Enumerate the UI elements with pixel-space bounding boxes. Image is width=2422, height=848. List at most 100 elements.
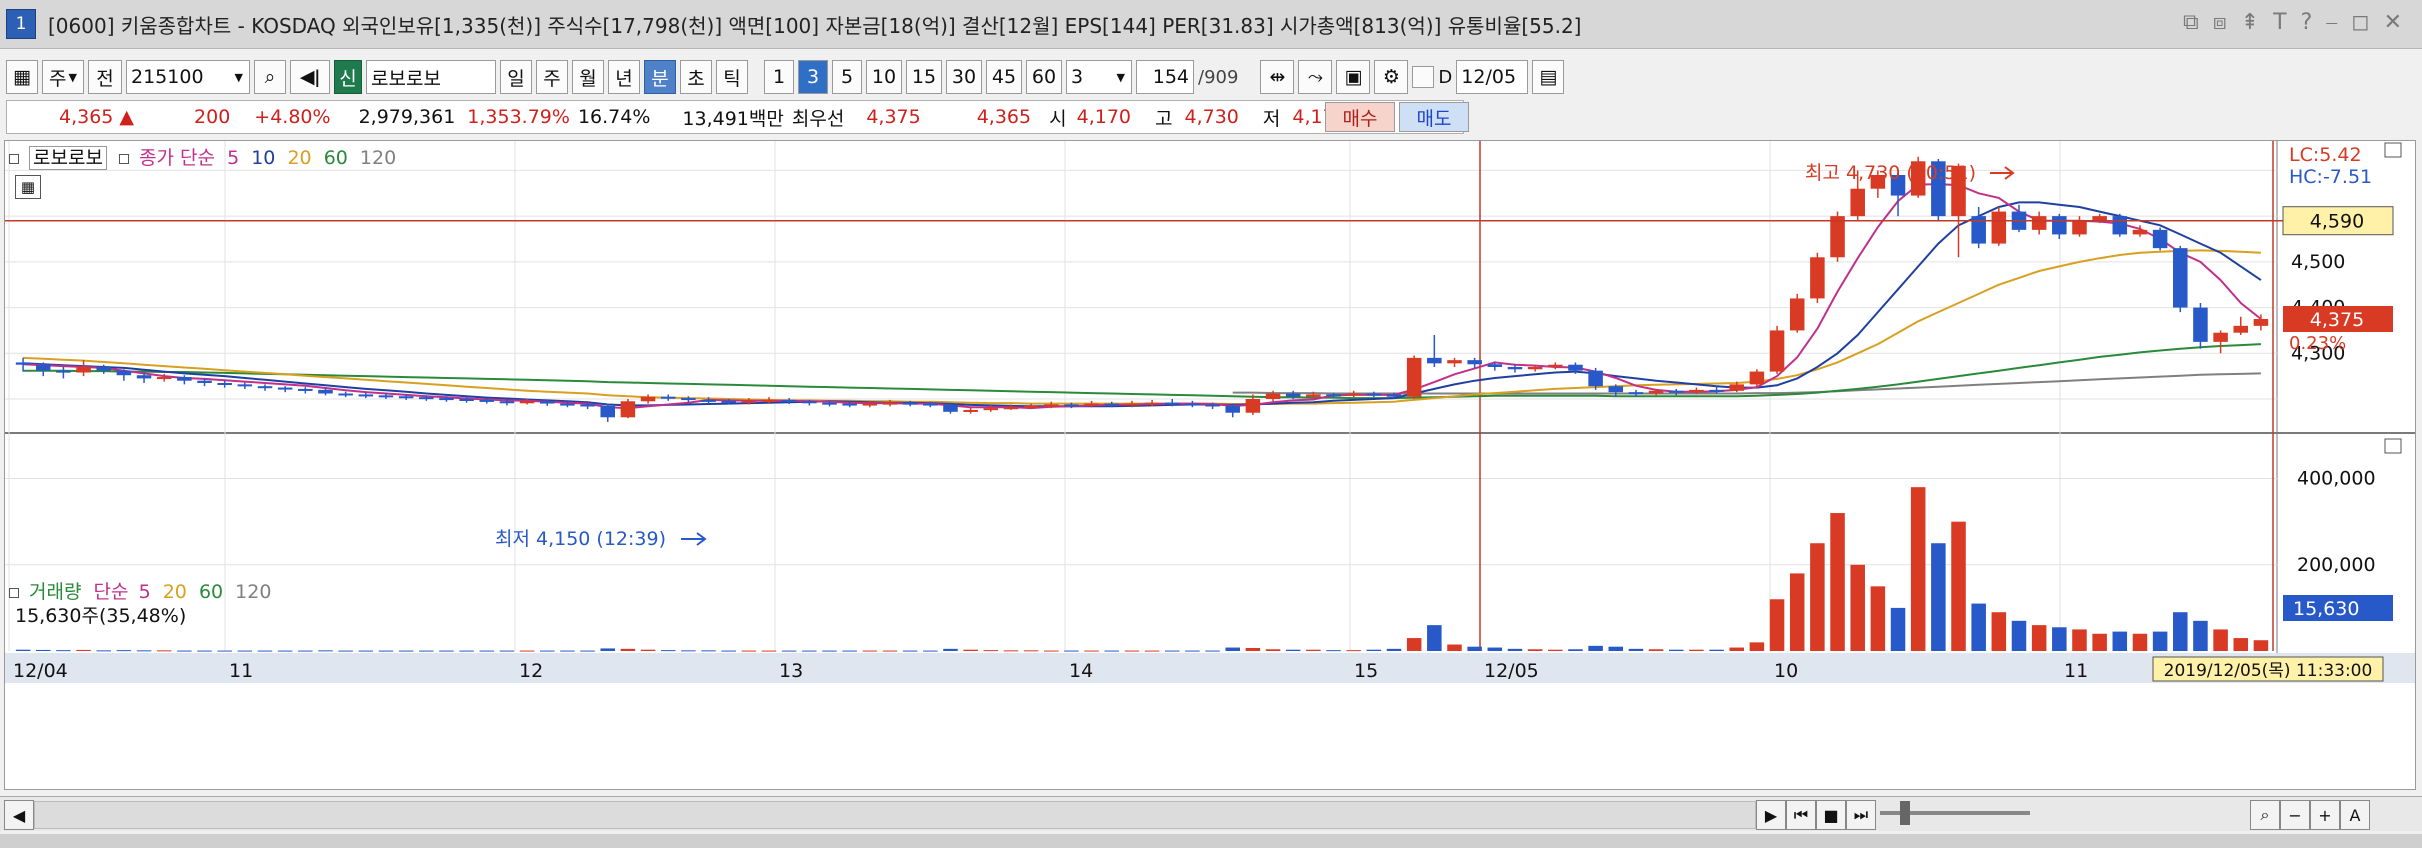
candle-body[interactable] bbox=[600, 405, 615, 418]
count-input[interactable]: 154 bbox=[1136, 60, 1194, 94]
volume-bar[interactable] bbox=[439, 650, 454, 652]
candle-body[interactable] bbox=[1326, 394, 1341, 397]
volume-bar[interactable] bbox=[1669, 649, 1684, 651]
volume-bar[interactable] bbox=[2152, 631, 2168, 651]
candle-body[interactable] bbox=[1689, 389, 1704, 393]
candle-body[interactable] bbox=[56, 370, 71, 373]
volume-bar[interactable] bbox=[943, 648, 958, 651]
period-week-button[interactable]: 주 bbox=[536, 60, 568, 94]
candle-body[interactable] bbox=[2112, 216, 2128, 235]
volume-bar[interactable] bbox=[660, 650, 676, 652]
price-legend-name[interactable]: 로보로보 bbox=[29, 146, 107, 170]
volume-bar[interactable] bbox=[1628, 648, 1644, 651]
volume-bar[interactable] bbox=[681, 650, 696, 652]
font-icon[interactable]: T bbox=[2273, 10, 2286, 35]
calendar-icon[interactable]: ▤ bbox=[1532, 60, 1565, 94]
volume-bar[interactable] bbox=[1044, 650, 1059, 652]
speaker-icon[interactable]: ◀ǀ bbox=[290, 60, 330, 94]
ma20-label[interactable]: 20 bbox=[287, 147, 311, 169]
volume-bar[interactable] bbox=[600, 648, 615, 651]
volume-bar[interactable] bbox=[358, 650, 374, 652]
volume-bar[interactable] bbox=[277, 650, 293, 652]
volume-bar[interactable] bbox=[963, 649, 978, 651]
candle-body[interactable] bbox=[1789, 298, 1805, 331]
table-icon[interactable]: ▦ bbox=[15, 175, 41, 199]
candle-body[interactable] bbox=[822, 402, 837, 405]
candle-body[interactable] bbox=[540, 401, 555, 404]
candle-body[interactable] bbox=[923, 403, 938, 406]
volume-bar[interactable] bbox=[741, 650, 757, 652]
interval-3-button[interactable]: 3 bbox=[798, 60, 828, 94]
candle-body[interactable] bbox=[1064, 404, 1079, 407]
candle-body[interactable] bbox=[701, 399, 716, 402]
volume-bar[interactable] bbox=[136, 650, 152, 652]
volume-bar[interactable] bbox=[1285, 649, 1301, 651]
candle-body[interactable] bbox=[2152, 229, 2168, 249]
volume-bar[interactable] bbox=[2052, 627, 2067, 651]
ma10-label[interactable]: 10 bbox=[251, 147, 275, 169]
volume-bar[interactable] bbox=[1931, 543, 1946, 651]
zoom-in-icon[interactable]: ⌕ bbox=[2250, 800, 2280, 830]
ma120-label[interactable]: 120 bbox=[360, 147, 396, 169]
sell-button[interactable]: 매도 bbox=[1399, 102, 1469, 132]
candle-body[interactable] bbox=[1366, 393, 1382, 396]
minus-icon[interactable]: − bbox=[2280, 800, 2310, 830]
volume-bar[interactable] bbox=[2193, 620, 2208, 651]
volume-bar[interactable] bbox=[1890, 607, 1906, 651]
volume-bar[interactable] bbox=[1467, 646, 1482, 651]
volume-bar[interactable] bbox=[2132, 633, 2148, 651]
volume-bar[interactable] bbox=[459, 650, 474, 652]
candle-body[interactable] bbox=[943, 404, 958, 412]
volume-bar[interactable] bbox=[1366, 649, 1382, 651]
period-day-button[interactable]: 일 bbox=[500, 60, 532, 94]
volume-bar[interactable] bbox=[156, 650, 172, 652]
candle-body[interactable] bbox=[1991, 211, 2007, 244]
volume-bar[interactable] bbox=[1749, 642, 1765, 651]
candle-body[interactable] bbox=[1185, 403, 1200, 406]
fast-forward-icon[interactable]: ⏭ bbox=[1846, 800, 1876, 830]
volume-bar[interactable] bbox=[1205, 650, 1220, 652]
candle-body[interactable] bbox=[358, 394, 374, 397]
volume-bar[interactable] bbox=[499, 650, 515, 652]
volume-bar[interactable] bbox=[2173, 612, 2188, 651]
volume-bar[interactable] bbox=[1245, 647, 1261, 651]
candle-body[interactable] bbox=[1548, 364, 1563, 367]
volume-bar[interactable] bbox=[398, 650, 414, 652]
line-tool-icon[interactable]: ⤳ bbox=[1298, 60, 1333, 94]
candle-body[interactable] bbox=[1205, 404, 1220, 407]
volume-bar[interactable] bbox=[1265, 649, 1281, 651]
volume-bar[interactable] bbox=[1648, 649, 1664, 651]
volume-bar[interactable] bbox=[842, 650, 857, 652]
buy-button[interactable]: 매수 bbox=[1325, 102, 1395, 132]
date-input[interactable]: 12/05 bbox=[1456, 60, 1529, 94]
candle-body[interactable] bbox=[1769, 330, 1785, 372]
candle-body[interactable] bbox=[882, 402, 898, 405]
volume-bar[interactable] bbox=[519, 650, 535, 652]
volume-bar[interactable] bbox=[1447, 644, 1462, 651]
chart-area[interactable]: 4,3004,4004,5004,600200,000400,00012/041… bbox=[4, 140, 2416, 790]
volume-bar[interactable] bbox=[2092, 633, 2107, 651]
volume-bar[interactable] bbox=[1023, 650, 1039, 652]
volume-bar[interactable] bbox=[1527, 649, 1543, 651]
save-icon[interactable]: ▣ bbox=[1336, 60, 1371, 94]
volume-bar[interactable] bbox=[1548, 649, 1563, 651]
candle-body[interactable] bbox=[177, 377, 192, 381]
candle-body[interactable] bbox=[802, 401, 817, 404]
volume-bar[interactable] bbox=[1386, 648, 1402, 651]
volume-bar[interactable] bbox=[1608, 646, 1624, 651]
candle-body[interactable] bbox=[2072, 220, 2087, 235]
volume-bar[interactable] bbox=[1689, 649, 1704, 651]
candle-body[interactable] bbox=[2173, 248, 2188, 308]
candle-body[interactable] bbox=[2253, 319, 2269, 326]
candle-body[interactable] bbox=[2193, 307, 2208, 342]
volume-bar[interactable] bbox=[1064, 650, 1079, 652]
candle-body[interactable] bbox=[217, 383, 232, 385]
candle-body[interactable] bbox=[721, 400, 736, 403]
interval-10-button[interactable]: 10 bbox=[866, 60, 902, 94]
candle-body[interactable] bbox=[1044, 404, 1059, 407]
interval-select[interactable]: 3 ▼ bbox=[1066, 60, 1132, 94]
close-panel-icon[interactable] bbox=[2384, 438, 2402, 454]
vol-ma5-label[interactable]: 5 bbox=[139, 581, 151, 603]
volume-bar[interactable] bbox=[1346, 650, 1361, 652]
volume-bar[interactable] bbox=[1991, 612, 2007, 651]
